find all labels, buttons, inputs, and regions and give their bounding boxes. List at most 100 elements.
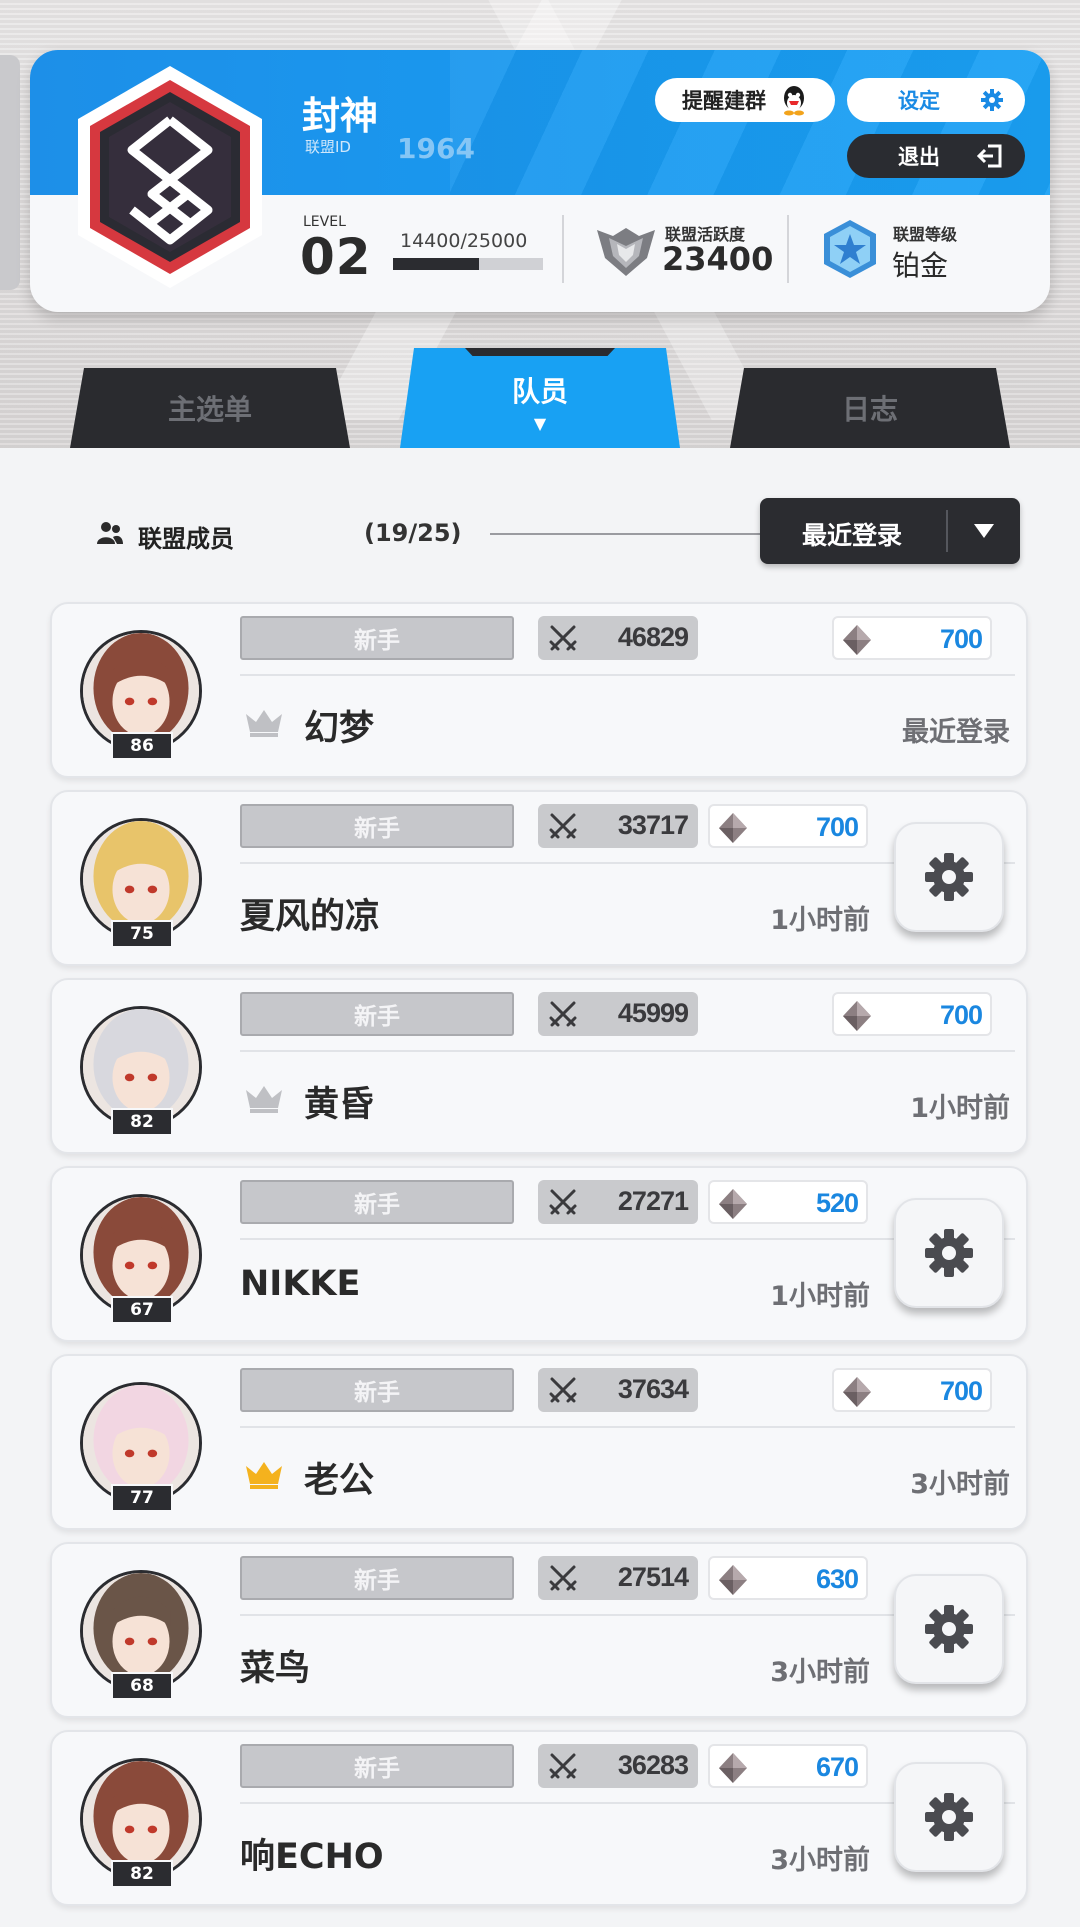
combat-power: 46829 xyxy=(538,616,698,660)
side-drawer-handle[interactable] xyxy=(0,55,20,290)
members-label: 联盟成员 xyxy=(138,525,234,553)
exp-progress-fill xyxy=(393,258,480,270)
combat-power-value: 33717 xyxy=(617,810,689,840)
member-card[interactable]: 86 新手 46829 700 幻梦 最近登录 xyxy=(50,602,1028,778)
member-name: 老公 xyxy=(304,1461,375,1501)
divider-line xyxy=(240,1050,1015,1052)
member-level-badge: 68 xyxy=(111,1672,173,1700)
member-level-badge: 67 xyxy=(111,1296,173,1324)
member-rank-tag: 新手 xyxy=(240,1180,514,1224)
tab-label: 主选单 xyxy=(167,393,252,426)
last-login-text: 最近登录 xyxy=(902,717,1010,748)
member-level-badge: 77 xyxy=(111,1484,173,1512)
member-name: 响ECHO xyxy=(240,1837,384,1877)
combat-power: 27271 xyxy=(538,1180,698,1224)
settings-button[interactable]: 设定 xyxy=(847,78,1025,122)
member-card[interactable]: 82 新手 45999 700 黄昏 1小时前 xyxy=(50,978,1028,1154)
members-count: (19/25) xyxy=(364,519,462,547)
crossed-swords-icon xyxy=(549,1377,577,1403)
member-settings-button[interactable] xyxy=(894,1574,1004,1684)
gem-count-value: 670 xyxy=(815,1752,859,1782)
gem-count: 670 xyxy=(708,1744,868,1788)
gear-icon xyxy=(925,853,973,901)
last-login-text: 3小时前 xyxy=(770,1657,870,1688)
tab-members[interactable]: 队员 ▼ xyxy=(400,348,680,448)
member-level-badge: 86 xyxy=(111,732,173,760)
last-login-text: 3小时前 xyxy=(910,1469,1010,1500)
gear-icon xyxy=(925,1793,973,1841)
member-name: 幻梦 xyxy=(304,709,375,749)
member-settings-button[interactable] xyxy=(894,1762,1004,1872)
gem-count: 700 xyxy=(832,1368,992,1412)
tab-log[interactable]: 日志 xyxy=(730,368,1010,448)
gem-count-value: 700 xyxy=(939,1000,983,1030)
diamond-icon xyxy=(719,1753,747,1783)
guild-id-label: 联盟ID xyxy=(305,138,351,156)
shield-wings-icon xyxy=(597,228,655,276)
caret-down-icon: ▼ xyxy=(533,414,547,433)
diamond-icon xyxy=(843,625,871,655)
tab-main-menu[interactable]: 主选单 xyxy=(70,368,350,448)
member-settings-button[interactable] xyxy=(894,822,1004,932)
gem-count: 700 xyxy=(832,616,992,660)
diamond-icon xyxy=(843,1377,871,1407)
exp-progress-bar xyxy=(393,258,543,270)
gem-count: 700 xyxy=(832,992,992,1036)
remind-group-button[interactable]: 提醒建群 xyxy=(655,78,835,122)
sort-label: 最近登录 xyxy=(802,521,903,550)
gear-icon xyxy=(925,1229,973,1277)
member-card[interactable]: 77 新手 37634 700 老公 3小时前 xyxy=(50,1354,1028,1530)
gem-count: 700 xyxy=(708,804,868,848)
gem-count-value: 700 xyxy=(939,624,983,654)
divider-line xyxy=(240,1426,1015,1428)
tab-label: 队员 xyxy=(511,375,568,408)
chevron-down-icon xyxy=(974,524,994,538)
member-card[interactable]: 75 新手 33717 700 夏风的凉 1小时前 xyxy=(50,790,1028,966)
settings-label: 设定 xyxy=(898,89,940,113)
combat-power-value: 37634 xyxy=(617,1374,689,1404)
combat-power-value: 27514 xyxy=(617,1562,689,1592)
guild-emblem-icon xyxy=(78,66,262,288)
remind-group-label: 提醒建群 xyxy=(682,89,766,113)
divider xyxy=(787,215,789,283)
crossed-swords-icon xyxy=(549,1001,577,1027)
guild-header-card: 封神 联盟ID 1964 提醒建群 设定 退出 LEVEL 02 14400/2… xyxy=(30,50,1050,312)
member-name: 菜鸟 xyxy=(240,1649,311,1689)
member-settings-button[interactable] xyxy=(894,1198,1004,1308)
divider-line xyxy=(240,674,1015,676)
last-login-text: 1小时前 xyxy=(770,905,870,936)
tab-label: 日志 xyxy=(841,393,898,426)
last-login-text: 1小时前 xyxy=(910,1093,1010,1124)
divider xyxy=(562,215,564,283)
gem-count-value: 700 xyxy=(815,812,859,842)
qq-penguin-icon xyxy=(784,86,804,116)
combat-power: 45999 xyxy=(538,992,698,1036)
sort-dropdown[interactable]: 最近登录 xyxy=(760,498,1020,564)
guild-id: 1964 xyxy=(397,132,475,165)
member-rank-tag: 新手 xyxy=(240,1556,514,1600)
member-level-badge: 75 xyxy=(111,920,173,948)
divider-line xyxy=(490,533,760,535)
gear-icon xyxy=(981,89,1003,111)
member-card[interactable]: 68 新手 27514 630 菜鸟 3小时前 xyxy=(50,1542,1028,1718)
member-card[interactable]: 82 新手 36283 670 响ECHO 3小时前 xyxy=(50,1730,1028,1906)
combat-power: 37634 xyxy=(538,1368,698,1412)
combat-power-value: 45999 xyxy=(617,998,689,1028)
member-card[interactable]: 67 新手 27271 520 NIKKE 1小时前 xyxy=(50,1166,1028,1342)
exit-label: 退出 xyxy=(898,145,940,169)
combat-power: 36283 xyxy=(538,1744,698,1788)
combat-power-value: 27271 xyxy=(617,1186,689,1216)
diamond-icon xyxy=(719,813,747,843)
combat-power: 27514 xyxy=(538,1556,698,1600)
member-rank-tag: 新手 xyxy=(240,616,514,660)
crossed-swords-icon xyxy=(549,1189,577,1215)
gem-count-value: 700 xyxy=(939,1376,983,1406)
combat-power-value: 36283 xyxy=(617,1750,689,1780)
exit-button[interactable]: 退出 xyxy=(847,134,1025,178)
gear-icon xyxy=(925,1605,973,1653)
diamond-icon xyxy=(719,1189,747,1219)
exit-icon xyxy=(976,144,1002,168)
member-rank-tag: 新手 xyxy=(240,804,514,848)
crossed-swords-icon xyxy=(549,1753,577,1779)
member-rank-tag: 新手 xyxy=(240,1368,514,1412)
